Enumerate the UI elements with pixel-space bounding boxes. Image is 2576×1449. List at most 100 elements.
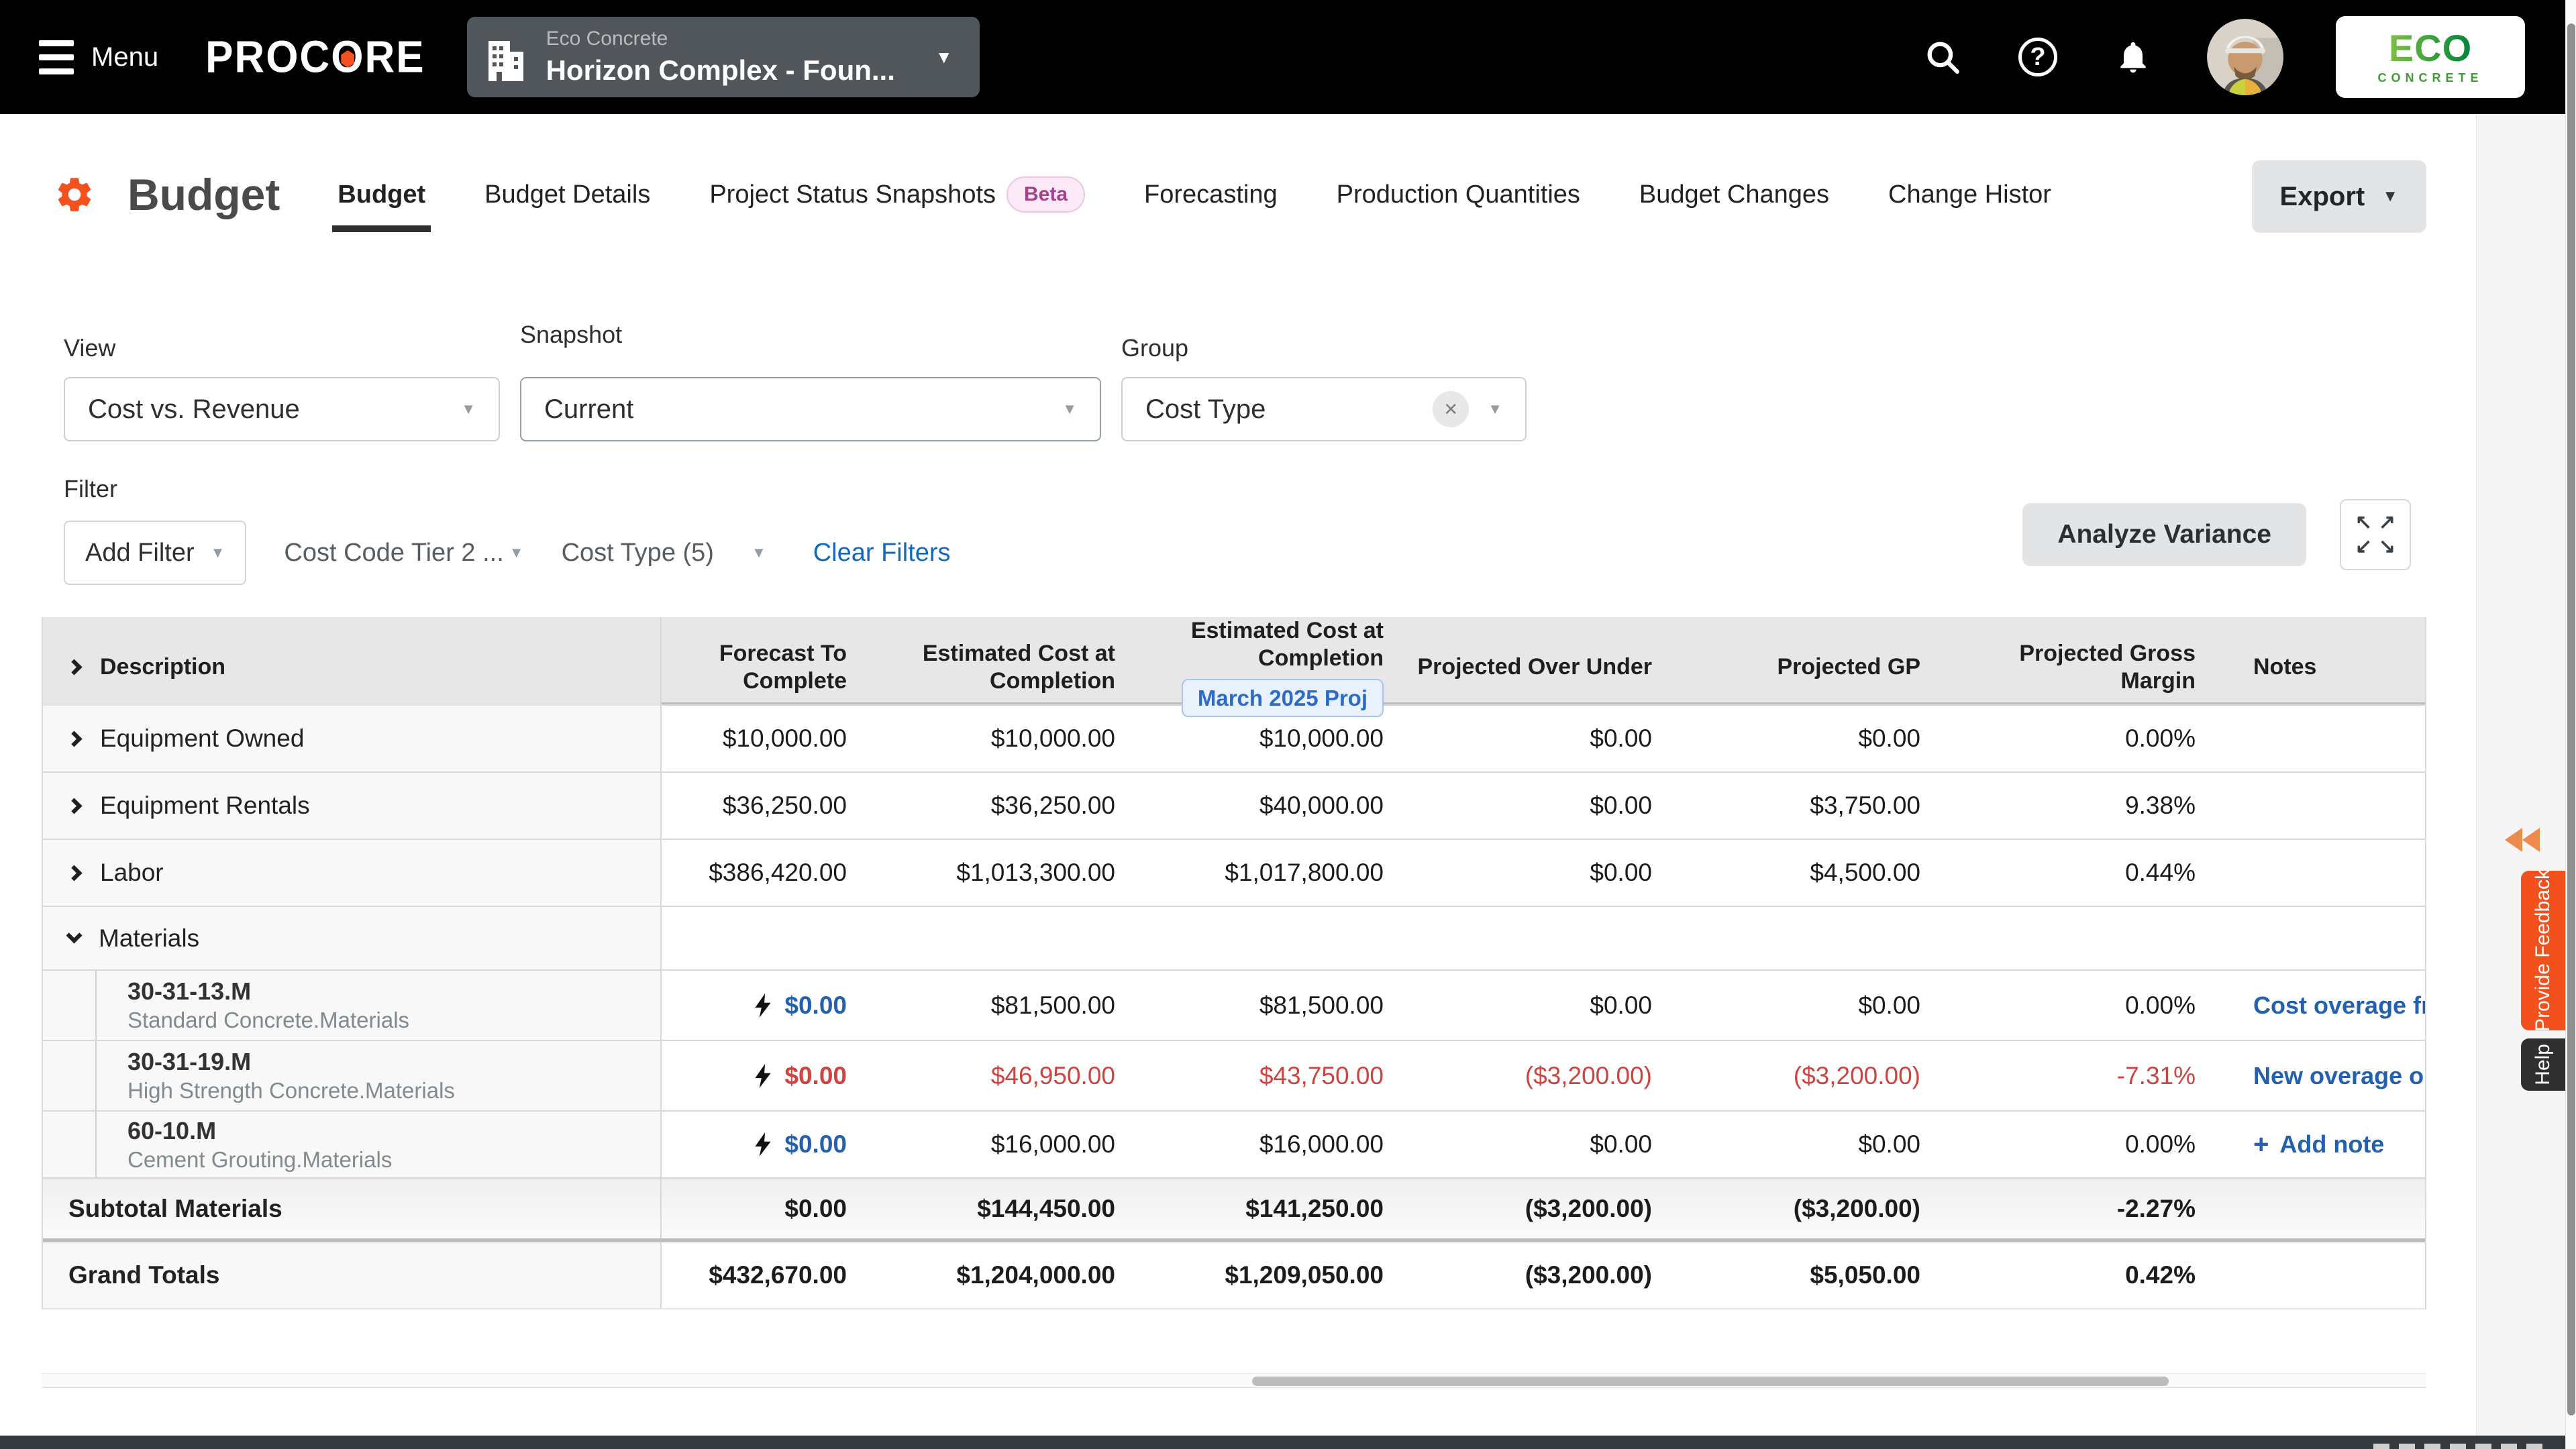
table-header-row: Description Forecast To Complete Estimat… (43, 617, 2425, 704)
chevron-right-icon[interactable] (66, 865, 82, 881)
column-header-projected-over-under[interactable]: Projected Over Under (1404, 617, 1672, 717)
menu-label[interactable]: Menu (91, 42, 158, 72)
cell-value: $141,250.00 (1135, 1179, 1404, 1238)
chevron-right-icon[interactable] (66, 798, 82, 814)
forecast-amount-link[interactable]: $0.00 (784, 1062, 847, 1090)
cell-notes (2216, 706, 2425, 771)
cell-value: $16,000.00 (867, 1112, 1135, 1177)
user-avatar[interactable] (2207, 19, 2283, 95)
view-dropdown[interactable]: Cost vs. Revenue (64, 377, 500, 441)
brand-o-mark: O (331, 32, 364, 83)
project-name: Horizon Complex - Foun... (546, 54, 895, 87)
row-description[interactable]: 30-31-13.M Standard Concrete.Materials (43, 971, 662, 1040)
table-row-labor: Labor $386,420.00 $1,013,300.00 $1,017,8… (43, 839, 2425, 906)
horizontal-scrollbar-thumb[interactable] (1252, 1377, 2169, 1386)
row-description[interactable]: 30-31-19.M High Strength Concrete.Materi… (43, 1041, 662, 1110)
column-header-estimated-cost-at-completion[interactable]: Estimated Cost at Completion (867, 617, 1135, 717)
company-logo-eco-concrete[interactable]: ECO CONCRETE (2336, 16, 2525, 98)
page-title: Budget (127, 169, 280, 220)
column-header-projected-gp[interactable]: Projected GP (1672, 617, 1941, 717)
fullscreen-expand-icon[interactable]: ↖↗↙↘ (2340, 499, 2411, 570)
clear-filters-link[interactable]: Clear Filters (813, 539, 951, 568)
note-link[interactable]: Cost overage from (2253, 991, 2425, 1020)
analyze-variance-button[interactable]: Analyze Variance (2022, 503, 2306, 566)
cell-value: $40,000.00 (1135, 773, 1404, 839)
cell-value: $10,000.00 (1135, 706, 1404, 771)
row-description[interactable]: Labor (43, 840, 662, 906)
tab-project-status-snapshots[interactable]: Project Status Snapshots Beta (709, 176, 1085, 213)
help-tab[interactable]: Help (2521, 1038, 2565, 1091)
cell-value: $5,050.00 (1672, 1242, 1941, 1308)
add-note-button[interactable]: Add note (2253, 1130, 2384, 1160)
forecast-amount-link[interactable]: $0.00 (784, 1130, 847, 1159)
tab-budget-changes[interactable]: Budget Changes (1639, 180, 1829, 209)
cell-value: $0.00 (1404, 1112, 1672, 1177)
plus-icon (2253, 1130, 2269, 1160)
cell-value: $36,250.00 (867, 773, 1135, 839)
budget-settings-gear-icon[interactable] (54, 174, 95, 215)
provide-feedback-tab[interactable]: Provide Feedback (2521, 871, 2565, 1030)
add-filter-button[interactable]: Add Filter (64, 521, 246, 585)
row-description[interactable]: 60-10.M Cement Grouting.Materials (43, 1112, 662, 1177)
help-icon[interactable]: ? (2016, 36, 2059, 78)
snapshot-dropdown[interactable]: Current (520, 377, 1101, 441)
search-icon[interactable] (1921, 36, 1964, 78)
chevron-down-icon (752, 544, 766, 561)
cost-code: 30-31-13.M (127, 976, 660, 1006)
tab-production-quantities[interactable]: Production Quantities (1337, 180, 1580, 209)
tab-budget[interactable]: Budget (338, 180, 425, 209)
row-description[interactable]: Equipment Owned (43, 706, 662, 771)
cell-value: 0.00% (1941, 706, 2216, 771)
cell-value: 9.38% (1941, 773, 2216, 839)
chevron-right-icon[interactable] (66, 659, 82, 676)
cell-notes (2216, 1242, 2425, 1308)
tab-budget-details[interactable]: Budget Details (484, 180, 650, 209)
chevron-down-icon (2382, 187, 2398, 206)
chevron-down-icon (1062, 400, 1077, 418)
cell-value: $0.00 (1404, 773, 1672, 839)
cell-value: ($3,200.00) (1672, 1041, 1941, 1110)
tab-forecasting[interactable]: Forecasting (1144, 180, 1278, 209)
chevron-down-icon (1488, 400, 1502, 418)
cell-value: $0.00 (1404, 971, 1672, 1040)
column-header-forecast-to-complete[interactable]: Forecast To Complete (662, 617, 867, 717)
cell-forecast-link: $0.00 (662, 1041, 867, 1110)
collapse-panel-icon[interactable] (2501, 826, 2542, 853)
column-header-description[interactable]: Description (43, 617, 662, 717)
column-header-notes[interactable]: Notes (2216, 617, 2425, 717)
cell-value: $36,250.00 (662, 773, 867, 839)
filter-chip-cost-type[interactable]: Cost Type (5) (562, 539, 766, 568)
column-header-projected-gross-margin[interactable]: Projected Gross Margin (1941, 617, 2216, 717)
cost-code-description: High Strength Concrete.Materials (127, 1077, 660, 1104)
chevron-down-icon[interactable] (66, 927, 82, 943)
row-description[interactable]: Equipment Rentals (43, 773, 662, 839)
group-dropdown[interactable]: Cost Type (1121, 377, 1527, 441)
notifications-bell-icon[interactable] (2112, 36, 2155, 78)
tab-change-history[interactable]: Change Histor (1888, 180, 2051, 209)
cell-forecast-link: $0.00 (662, 971, 867, 1040)
hamburger-menu-icon[interactable] (39, 40, 74, 74)
table-row-equipment-owned: Equipment Owned $10,000.00 $10,000.00 $1… (43, 704, 2425, 771)
column-header-estimated-cost-snapshot[interactable]: Estimated Cost at Completion March 2025 … (1135, 617, 1404, 717)
cell-value: $0.00 (1404, 840, 1672, 906)
procore-logo[interactable]: PROCORE (205, 32, 425, 83)
cell-value: $0.00 (1672, 706, 1941, 771)
export-button[interactable]: Export (2252, 160, 2426, 233)
chevron-right-icon[interactable] (66, 731, 82, 747)
horizontal-scrollbar[interactable] (42, 1373, 2426, 1388)
vertical-scrollbar-thumb[interactable] (2567, 23, 2575, 1415)
procore-budget-screen: Menu PROCORE Eco Concrete Horizon Comple… (0, 0, 2576, 1449)
cell-value: $4,500.00 (1672, 840, 1941, 906)
remove-group-icon[interactable] (1433, 391, 1469, 427)
chevron-down-icon (461, 400, 476, 418)
note-link[interactable]: New overage on m (2253, 1062, 2425, 1090)
table-row-materials-group: Materials (43, 906, 2425, 969)
row-description[interactable]: Materials (43, 907, 662, 969)
forecast-amount-link[interactable]: $0.00 (784, 991, 847, 1020)
filter-chip-cost-code[interactable]: Cost Code Tier 2 ... (284, 539, 523, 568)
project-selector[interactable]: Eco Concrete Horizon Complex - Foun... ▼ (467, 17, 980, 97)
cell-notes: Add note (2216, 1112, 2425, 1177)
vertical-scrollbar[interactable] (2565, 0, 2576, 1449)
brand-text: RE (364, 32, 425, 83)
cell-value: $432,670.00 (662, 1242, 867, 1308)
